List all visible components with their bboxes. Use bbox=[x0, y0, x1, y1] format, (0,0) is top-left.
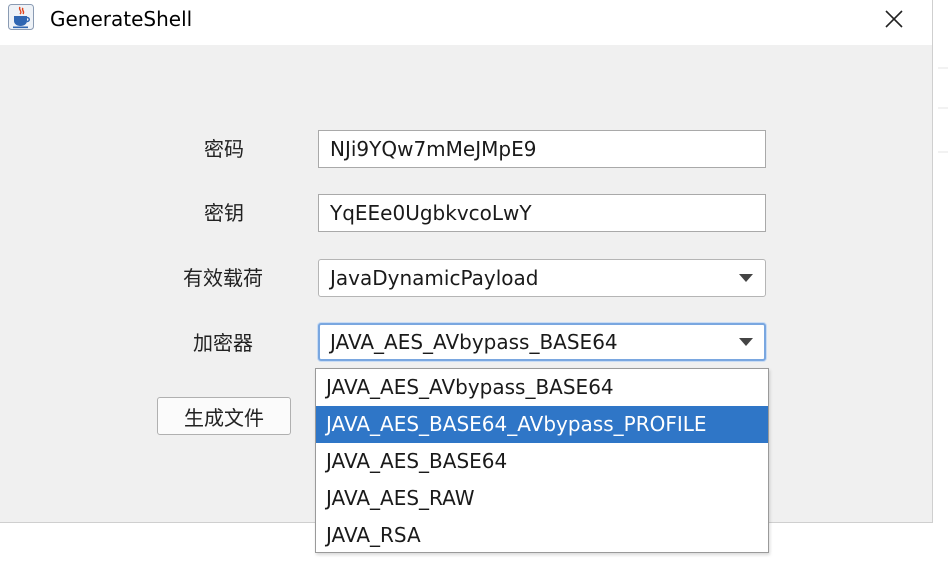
background-window-edge bbox=[938, 67, 948, 153]
dropdown-item-java-aes-base64[interactable]: JAVA_AES_BASE64 bbox=[316, 443, 768, 480]
chevron-down-icon bbox=[739, 274, 753, 282]
generate-file-button[interactable]: 生成文件 bbox=[157, 397, 291, 435]
java-coffee-icon bbox=[8, 4, 34, 30]
close-icon bbox=[885, 10, 903, 28]
encryptor-label: 加密器 bbox=[193, 331, 253, 355]
payload-select-value: JavaDynamicPayload bbox=[330, 266, 539, 290]
password-label: 密码 bbox=[204, 137, 244, 161]
window-title: GenerateShell bbox=[50, 7, 193, 31]
key-field[interactable]: YqEEe0UgbkvcoLwY bbox=[318, 194, 766, 232]
dropdown-item-java-rsa[interactable]: JAVA_RSA bbox=[316, 517, 768, 554]
encryptor-select-value: JAVA_AES_AVbypass_BASE64 bbox=[330, 330, 618, 354]
payload-label: 有效载荷 bbox=[183, 266, 263, 290]
chevron-down-icon bbox=[739, 338, 753, 346]
payload-select[interactable]: JavaDynamicPayload bbox=[318, 259, 766, 297]
password-field[interactable]: NJi9YQw7mMeJMpE9 bbox=[318, 130, 766, 168]
key-label: 密钥 bbox=[204, 201, 244, 225]
close-button[interactable] bbox=[872, 0, 916, 38]
encryptor-dropdown-list: JAVA_AES_AVbypass_BASE64 JAVA_AES_BASE64… bbox=[315, 368, 769, 553]
dropdown-item-java-aes-avbypass-base64[interactable]: JAVA_AES_AVbypass_BASE64 bbox=[316, 369, 768, 406]
title-bar[interactable]: GenerateShell bbox=[0, 0, 932, 45]
encryptor-select[interactable]: JAVA_AES_AVbypass_BASE64 bbox=[318, 323, 766, 361]
dropdown-item-java-aes-base64-avbypass-profile[interactable]: JAVA_AES_BASE64_AVbypass_PROFILE bbox=[316, 406, 768, 443]
dropdown-item-java-aes-raw[interactable]: JAVA_AES_RAW bbox=[316, 480, 768, 517]
